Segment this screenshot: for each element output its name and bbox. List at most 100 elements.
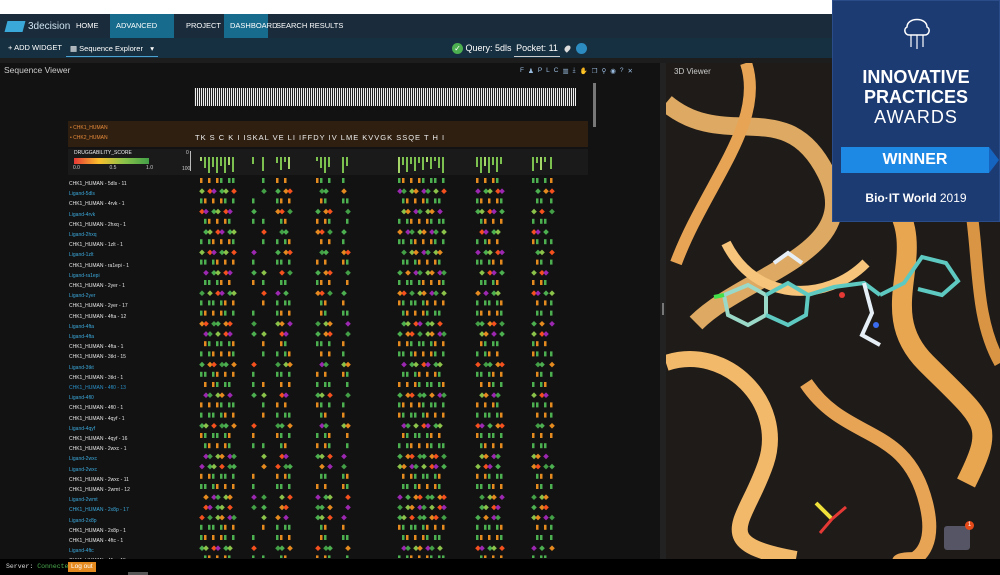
- sequence-row-label[interactable]: CHK1_HUMAN - 3tkt - 15: [69, 354, 126, 360]
- residue-mark: [212, 524, 215, 530]
- close-icon[interactable]: ✕: [628, 67, 633, 75]
- residue-mark: [342, 239, 345, 245]
- ligand-contact-mark: [429, 545, 435, 552]
- ligand-contact-mark: [287, 249, 293, 256]
- residue-mark: [280, 341, 283, 347]
- people-icon[interactable]: ♟: [528, 67, 534, 75]
- sequence-row-label[interactable]: CHK1_HUMAN - 2x8p - 1: [69, 528, 126, 534]
- location-pin-icon[interactable]: [563, 44, 573, 53]
- sequence-row-label[interactable]: Ligand-1zlt: [69, 252, 93, 258]
- sequence-row-label[interactable]: CHK1_HUMAN - 5dls - 11: [69, 181, 127, 187]
- add-widget-button[interactable]: + ADD WIDGET: [8, 38, 62, 58]
- ligand-contact-mark: [539, 320, 545, 327]
- ligand-contact-mark: [479, 320, 485, 327]
- residue-mark: [484, 412, 487, 418]
- zoom-icon[interactable]: ⚲: [601, 67, 606, 75]
- tool-f[interactable]: F: [520, 67, 524, 75]
- sequence-row-label[interactable]: Ligand-3tkt: [69, 365, 94, 371]
- sequence-overview[interactable]: [194, 88, 576, 106]
- sequence-row-label[interactable]: CHK1_HUMAN - 4rvk - 1: [69, 201, 125, 207]
- ligand-contact-mark: [251, 269, 257, 276]
- nav-dashboard[interactable]: DASHBOARD: [224, 14, 278, 38]
- residue-mark: [536, 524, 539, 530]
- nav-project[interactable]: PROJECT: [180, 14, 227, 38]
- residue-mark: [426, 310, 429, 316]
- sequence-row-label[interactable]: CHK1_HUMAN - 3tkt - 1: [69, 375, 123, 381]
- pan-icon[interactable]: ✋: [580, 67, 588, 75]
- sequence-row-label[interactable]: CHK1_HUMAN - ra1epi - 1: [69, 263, 129, 269]
- residue-mark: [476, 402, 479, 408]
- druggability-gradient: [74, 158, 149, 164]
- sequence-row-label[interactable]: CHK1_HUMAN - 2wxc - 11: [69, 477, 129, 483]
- residue-mark: [410, 412, 413, 418]
- residue-mark: [280, 310, 283, 316]
- sequence-row-label[interactable]: CHK1_HUMAN - 2hxq - 1: [69, 222, 126, 228]
- eye-icon[interactable]: ◉: [610, 67, 616, 75]
- sequence-row-label[interactable]: Ligand-2wxc: [69, 456, 97, 462]
- sequence-row-label[interactable]: CHK1_HUMAN - 2yer - 1: [69, 283, 125, 289]
- tool-l[interactable]: L: [546, 67, 550, 75]
- sequence-row-label[interactable]: CHK1_HUMAN - 4ftc - 1: [69, 538, 123, 544]
- sequence-row-label[interactable]: Ligand-4qyf: [69, 426, 95, 432]
- sequence-row-label[interactable]: CHK1_HUMAN - 2x8p - 17: [69, 507, 129, 513]
- residue-mark: [434, 535, 437, 540]
- residue-mark: [228, 280, 231, 285]
- sequence-row-label[interactable]: CHK1_HUMAN - 4qyf - 1: [69, 416, 125, 422]
- residue-mark: [276, 239, 279, 245]
- druggability-bar: [324, 157, 326, 173]
- chat-button[interactable]: 1: [944, 521, 974, 550]
- sequence-row-label[interactable]: Ligand-ra1epi: [69, 273, 100, 279]
- copy-icon[interactable]: ❐: [592, 67, 598, 75]
- sequence-row-label[interactable]: CHK1_HUMAN - 4fta - 1: [69, 344, 123, 350]
- chart-icon[interactable]: ▥: [562, 67, 568, 75]
- pocket-field[interactable]: Pocket: 11: [514, 40, 560, 57]
- widget-select[interactable]: ▦ Sequence Explorer ▾: [66, 41, 158, 57]
- sequence-row-label[interactable]: CHK1_HUMAN - 4fta - 12: [69, 314, 126, 320]
- sequence-row-label[interactable]: Ligand-2wxc: [69, 467, 97, 473]
- sequence-row-label[interactable]: Ligand-4fta: [69, 334, 94, 340]
- sequence-row-label[interactable]: CHK1_HUMAN - 1zlt - 1: [69, 242, 123, 248]
- residue-mark: [500, 524, 503, 530]
- residue-mark: [200, 310, 203, 316]
- sequence-row-label[interactable]: Ligand-2wmt: [69, 497, 98, 503]
- ligand-contact-mark: [227, 494, 233, 501]
- ligand-contact-mark: [543, 514, 549, 521]
- nav-home[interactable]: HOME: [70, 14, 105, 38]
- sequence-row-label[interactable]: CHK1_HUMAN - 4qyf - 16: [69, 436, 127, 442]
- sequence-row-label[interactable]: Ligand-5dls: [69, 191, 95, 197]
- residue-mark: [536, 198, 539, 204]
- download-icon[interactable]: ⤓: [573, 67, 576, 75]
- sequence-row-label[interactable]: CHK1_HUMAN - 2wxc - 1: [69, 446, 127, 452]
- help-icon[interactable]: ?: [620, 67, 624, 75]
- ligand-contact-mark: [401, 188, 407, 195]
- sequence-row-label[interactable]: CHK1_HUMAN - 2wmt - 12: [69, 487, 130, 493]
- nav-advanced-search[interactable]: ADVANCED SEARCH: [110, 14, 174, 54]
- sequence-row-label[interactable]: Ligand-4rvk: [69, 212, 95, 218]
- scrollbar[interactable]: [593, 83, 596, 127]
- sequence-row-label[interactable]: Ligand-2hxq: [69, 232, 97, 238]
- tool-p[interactable]: P: [538, 67, 542, 75]
- ligand-contact-mark: [499, 208, 505, 215]
- sequence-row-label[interactable]: Ligand-4fta: [69, 324, 94, 330]
- residue-mark: [232, 178, 235, 183]
- sequence-row-label[interactable]: Ligand-4ftc: [69, 548, 94, 554]
- residue-mark: [252, 310, 255, 316]
- sequence-row-label[interactable]: CHK1_HUMAN - 2yer - 17: [69, 303, 128, 309]
- residue-mark: [212, 351, 215, 357]
- ligand-contact-mark: [417, 494, 423, 501]
- download-icon[interactable]: [575, 43, 587, 55]
- sequence-row-label[interactable]: Ligand-4fl0: [69, 395, 94, 401]
- druggability-bar: [288, 157, 290, 169]
- sequence-row-label[interactable]: Ligand-2x8p: [69, 518, 97, 524]
- sequence-row-label[interactable]: CHK1_HUMAN - 4fl0 - 1: [69, 405, 123, 411]
- nav-search-results[interactable]: SEARCH RESULTS: [270, 14, 349, 38]
- brand-logo[interactable]: 3decision: [4, 18, 70, 34]
- sequence-row-label[interactable]: CHK1_HUMAN - 4fl0 - 13: [69, 385, 126, 391]
- residue-mark: [316, 484, 319, 489]
- ligand-contact-mark: [405, 422, 411, 429]
- sequence-row-label[interactable]: Ligand-2yer: [69, 293, 95, 299]
- residue-mark: [232, 535, 235, 540]
- logout-button[interactable]: Log out: [68, 562, 96, 572]
- tool-c[interactable]: C: [554, 67, 559, 75]
- ligand-contact-mark: [421, 514, 427, 521]
